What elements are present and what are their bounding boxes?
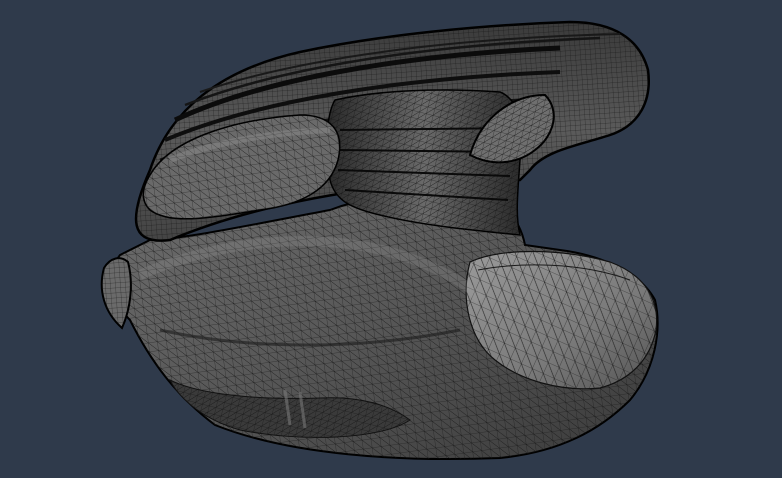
3d-viewport[interactable] bbox=[0, 0, 782, 478]
mesh-left-flank bbox=[100, 257, 132, 330]
mesh-canvas[interactable] bbox=[0, 0, 782, 478]
